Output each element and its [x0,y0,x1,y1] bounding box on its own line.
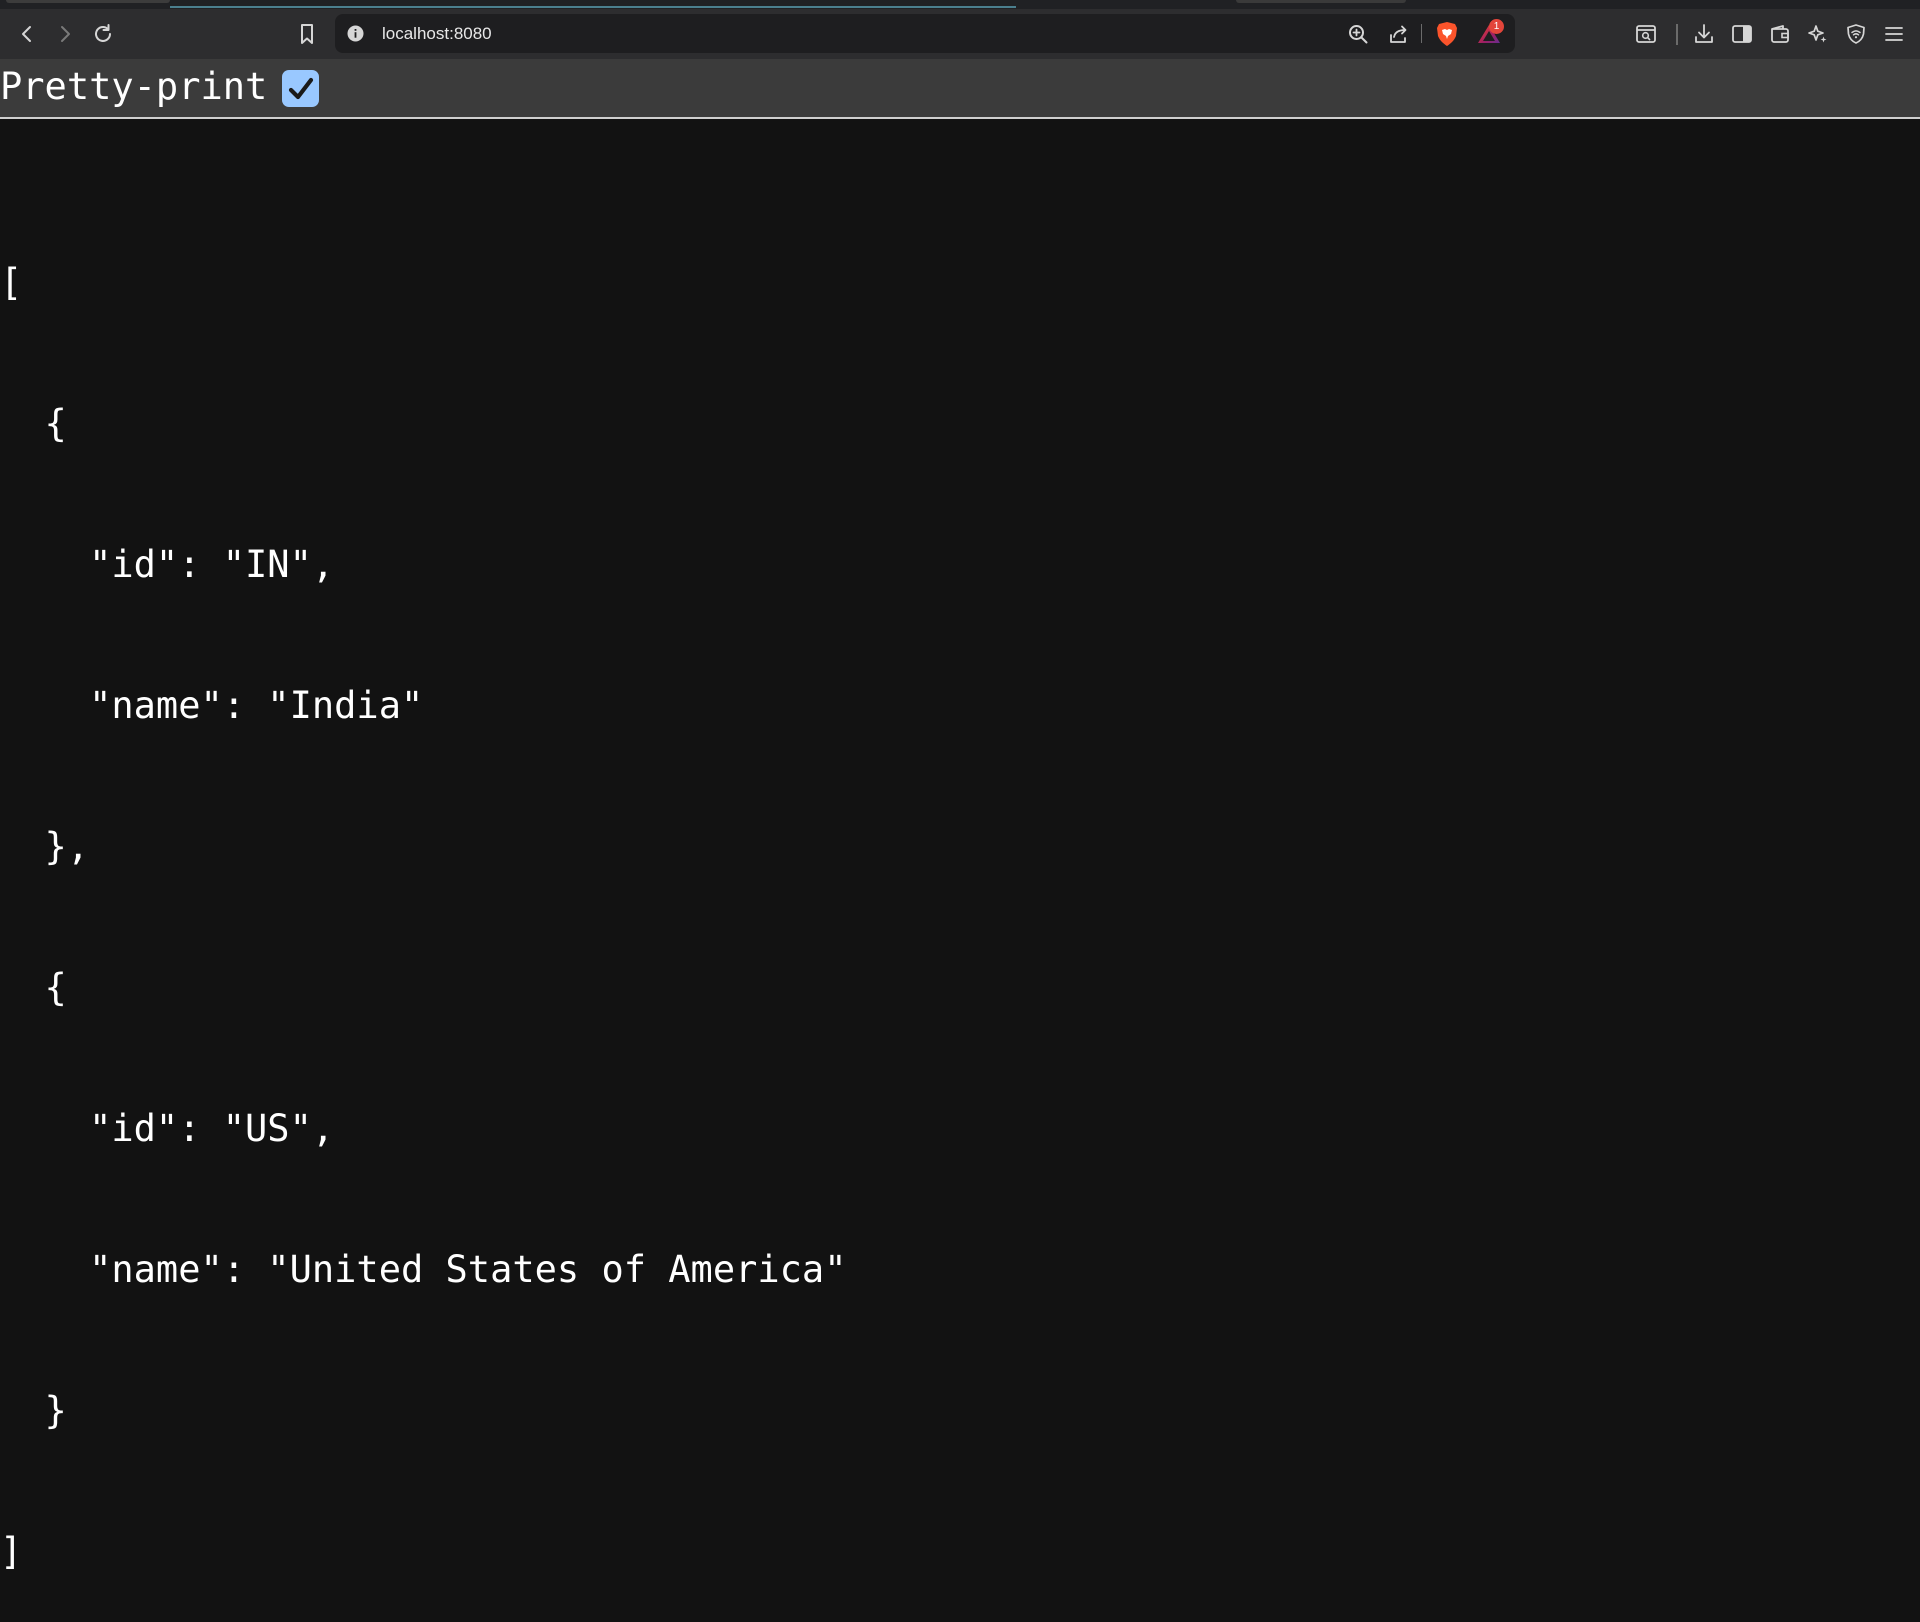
json-line: "id": "IN", [0,543,335,586]
background-tab[interactable] [1236,0,1406,3]
share-button[interactable] [1384,19,1414,49]
tab-strip [0,0,1920,9]
toolbar-separator [1676,24,1678,45]
brave-shields-icon [1437,22,1457,46]
reload-icon [95,24,111,42]
json-line: { [0,966,67,1009]
address-bar[interactable]: localhost:8080 1 [335,14,1515,53]
json-line: "name": "India" [0,684,424,727]
forward-button[interactable] [48,17,82,51]
omnibox-separator [1421,24,1422,43]
pretty-print-label: Pretty-print [0,65,268,108]
rewards-badge: 1 [1489,19,1504,34]
sidebar-button[interactable] [1725,17,1759,51]
vpn-button[interactable] [1839,17,1873,51]
leo-ai-button[interactable] [1801,17,1835,51]
zoom-in-icon [1349,25,1368,44]
brave-rewards-button[interactable]: 1 [1474,19,1504,49]
active-tab[interactable] [6,0,170,3]
chevron-right-icon [61,26,70,42]
zoom-button[interactable] [1343,19,1373,49]
json-content: [ { "id": "IN", "name": "India" }, { "id… [0,165,846,1622]
download-icon [1695,24,1713,43]
share-icon [1390,25,1407,43]
sparkle-icon [1808,25,1827,43]
pretty-print-checkbox[interactable] [282,70,319,107]
chevron-left-icon [22,26,31,42]
info-icon[interactable] [347,25,364,42]
json-line: ] [0,1530,23,1573]
hamburger-menu-icon [1885,27,1903,41]
downloads-button[interactable] [1687,17,1721,51]
json-line: "name": "United States of America" [0,1248,847,1291]
json-line: "id": "US", [0,1107,335,1150]
url-text[interactable]: localhost:8080 [382,14,492,53]
browser-toolbar: localhost:8080 1 [0,9,1920,59]
bookmark-icon [301,24,313,44]
back-button[interactable] [10,17,44,51]
tab-search-icon [1636,25,1656,43]
json-line: { [0,402,67,445]
wallet-button[interactable] [1763,17,1797,51]
checkmark-icon [288,77,313,99]
vpn-shield-icon [1847,24,1865,44]
brave-shields-button[interactable] [1432,19,1462,49]
json-line: } [0,1389,67,1432]
pretty-print-bar: Pretty-print [0,59,1920,119]
reload-button[interactable] [86,17,120,51]
main-menu-button[interactable] [1877,17,1911,51]
json-line: }, [0,825,90,868]
tab-search-button[interactable] [1629,17,1663,51]
wallet-icon [1771,25,1789,43]
bookmark-button[interactable] [290,17,324,51]
page-load-progress [170,6,1016,8]
json-line: [ [0,261,23,304]
sidebar-icon [1732,25,1752,43]
